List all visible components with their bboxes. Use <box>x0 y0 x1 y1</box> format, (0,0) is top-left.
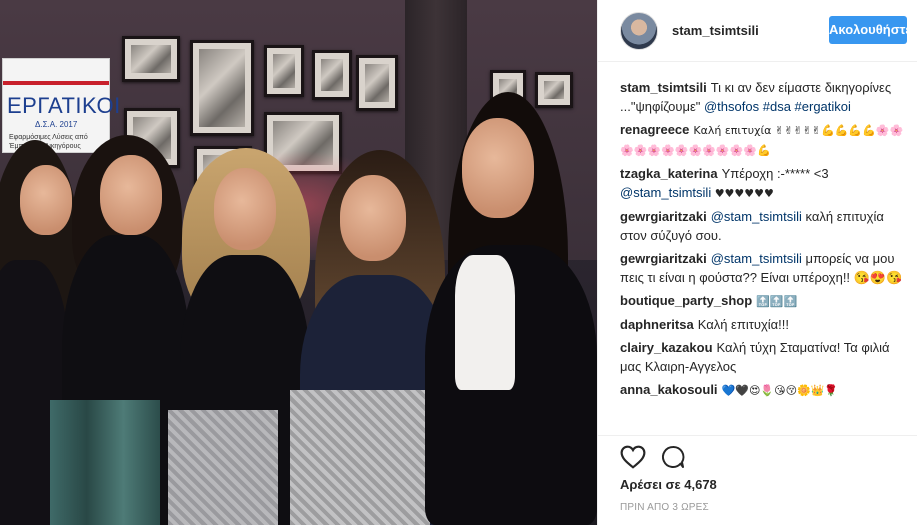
wall-frame <box>535 72 573 108</box>
post-header: stam_tsimtsili Ακολουθήστε <box>598 0 917 62</box>
banner-stripe <box>3 81 109 85</box>
comment-suffix: ♥♥♥♥♥♥ <box>711 187 774 200</box>
comment-mention[interactable]: @stam_tsimtsili <box>711 251 802 266</box>
comment-author[interactable]: boutique_party_shop <box>620 293 752 308</box>
wall-frame <box>312 50 352 100</box>
likes-count[interactable]: Αρέσει σε 4,678 <box>620 477 717 492</box>
check-trousers <box>168 410 278 525</box>
comment-text: 🔝🔝🔝 <box>756 295 798 308</box>
comment-author[interactable]: gewrgiaritzaki <box>620 251 707 266</box>
comment-item: gewrgiaritzaki @stam_tsimtsili μπορείς να… <box>620 249 905 287</box>
comments-list[interactable]: stam_tsimtsili Τι κι αν δεν είμαστε δικηγ… <box>620 78 905 434</box>
wall-frame <box>264 45 304 97</box>
banner-subtitle: Δ.Σ.Α. 2017 <box>35 120 78 129</box>
check-skirt <box>290 390 430 525</box>
comment-item: daphneritsa Καλή επιτυχία!!! <box>620 315 905 334</box>
comment-author[interactable]: anna_kakosouli <box>620 382 718 397</box>
comment-author[interactable]: renagreece <box>620 122 689 137</box>
white-top <box>455 255 515 390</box>
comment-item: boutique_party_shop 🔝🔝🔝 <box>620 291 905 311</box>
comment-text: 💙🖤😍🌷😘😚🌼👑🌹 <box>721 384 839 397</box>
comment-item: gewrgiaritzaki @stam_tsimtsili καλή επιτυ… <box>620 207 905 245</box>
post-timestamp[interactable]: ΠΡΙΝ ΑΠΟ 3 ΩΡΕΣ <box>620 502 709 513</box>
comment-author[interactable]: daphneritsa <box>620 317 694 332</box>
comment-icon[interactable] <box>660 445 686 469</box>
profile-avatar-icon[interactable] <box>620 12 658 50</box>
comment-author[interactable]: gewrgiaritzaki <box>620 209 707 224</box>
follow-button[interactable]: Ακολουθήστε <box>829 16 912 44</box>
comment-author[interactable]: tzagka_katerina <box>620 166 718 181</box>
comment-item: tzagka_katerina Υπέροχη :-***** <3 @stam_… <box>620 164 905 203</box>
post-photo[interactable]: ΕΡΓΑΤΙΚΟΙ Δ.Σ.Α. 2017 Εφαρμόσιμες Λύσεις… <box>0 0 597 525</box>
banner-title: ΕΡΓΑΤΙΚΟΙ <box>7 93 121 118</box>
event-banner: ΕΡΓΑΤΙΚΟΙ Δ.Σ.Α. 2017 Εφαρμόσιμες Λύσεις… <box>2 58 120 153</box>
comment-author[interactable]: clairy_kazakou <box>620 340 713 355</box>
wall-frame <box>122 36 180 82</box>
comment-item: renagreece Καλή επιτυχία ✌✌✌✌✌💪💪💪💪🌸🌸🌸🌸🌸🌸🌸… <box>620 120 905 160</box>
caption-mention[interactable]: @thsofos <box>704 99 759 114</box>
comment-mention[interactable]: @stam_tsimtsili <box>711 209 802 224</box>
wall-frame <box>356 55 398 111</box>
comment-item: anna_kakosouli 💙🖤😍🌷😘😚🌼👑🌹 <box>620 380 905 400</box>
comment-text: Καλή επιτυχία!!! <box>697 317 790 332</box>
caption: stam_tsimtsili Τι κι αν δεν είμαστε δικηγ… <box>620 78 905 116</box>
username-link[interactable]: stam_tsimtsili <box>672 23 759 38</box>
post-sidebar: stam_tsimtsili Ακολουθήστε stam_tsimtsil… <box>597 0 917 525</box>
post-actions: Αρέσει σε 4,678 ΠΡΙΝ ΑΠΟ 3 ΩΡΕΣ <box>598 435 917 525</box>
comment-mention[interactable]: @stam_tsimtsili <box>620 185 711 200</box>
comment-text: Υπέροχη :-***** <3 <box>721 166 829 181</box>
caption-author[interactable]: stam_tsimtsili <box>620 80 707 95</box>
caption-hashtags[interactable]: #dsa #ergatikoi <box>763 99 851 114</box>
wall-frame <box>190 40 254 136</box>
heart-icon[interactable] <box>620 445 646 469</box>
velvet-skirt <box>50 400 160 525</box>
comment-item: clairy_kazakou Καλή τύχη Σταματίνα! Τα φι… <box>620 338 905 376</box>
